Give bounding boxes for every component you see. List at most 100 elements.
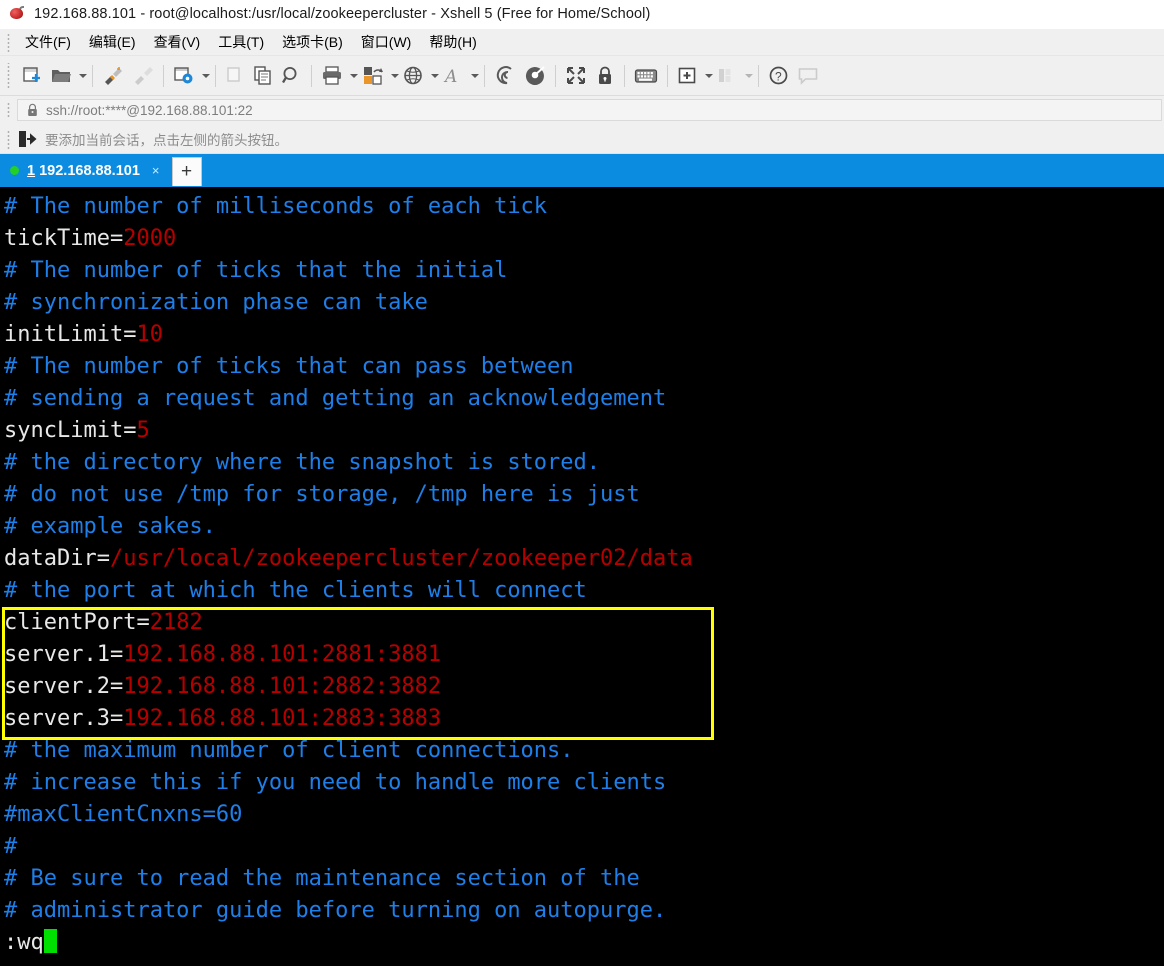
terminal-comment: # Be sure to read the maintenance sectio… <box>4 866 640 891</box>
paste-button[interactable] <box>249 61 277 91</box>
terminal-key: initLimit= <box>4 322 137 347</box>
addressbar-gripper[interactable] <box>4 101 13 119</box>
highlight-button[interactable] <box>520 61 550 91</box>
tab-host: 192.168.88.101 <box>39 162 140 179</box>
menu-edit[interactable]: 编辑(E) <box>80 29 145 55</box>
keyboard-icon <box>634 69 658 83</box>
add-session-arrow-icon[interactable] <box>17 130 37 148</box>
connect-icon <box>105 67 122 85</box>
menu-file-label: 文件(F) <box>25 34 71 50</box>
file-transfer-icon <box>364 67 383 85</box>
terminal-line: dataDir=/usr/local/zookeepercluster/zook… <box>4 543 1164 575</box>
toolbar-separator <box>311 64 312 87</box>
highlight-icon <box>525 66 545 85</box>
add-folder-button[interactable] <box>673 61 702 91</box>
print-button[interactable] <box>317 61 347 91</box>
disconnect-button[interactable] <box>128 61 158 91</box>
terminal-line-highlighted: clientPort=2182 <box>4 607 1164 639</box>
terminal-line: syncLimit=5 <box>4 415 1164 447</box>
add-folder-caret[interactable] <box>705 73 713 78</box>
toolbar-separator <box>163 64 164 87</box>
font-button[interactable]: A <box>439 61 468 91</box>
fullscreen-button[interactable] <box>561 61 591 91</box>
terminal-output[interactable]: # The number of milliseconds of each tic… <box>0 187 1164 966</box>
terminal-line: tickTime=2000 <box>4 223 1164 255</box>
close-icon[interactable]: × <box>152 164 160 177</box>
print-caret[interactable] <box>350 73 358 78</box>
terminal-comment: # example sakes. <box>4 514 216 539</box>
file-transfer-button[interactable] <box>358 61 388 91</box>
terminal-value: 192.168.88.101:2883:3883 <box>123 706 442 731</box>
toolbar: A ? <box>0 56 1164 96</box>
terminal-value: 2182 <box>149 610 203 635</box>
terminal-key: dataDir= <box>4 546 110 571</box>
terminal-comment: # The number of ticks that can pass betw… <box>4 354 574 379</box>
font-caret[interactable] <box>471 73 479 78</box>
menu-tabs[interactable]: 选项卡(B) <box>273 29 352 55</box>
copy-icon <box>227 67 240 82</box>
menu-tabs-label: 选项卡(B) <box>282 34 343 50</box>
new-session-icon <box>23 67 40 82</box>
help-icon: ? <box>769 66 788 85</box>
new-tab-button[interactable]: + <box>171 157 202 186</box>
toolbar-separator <box>484 64 485 87</box>
tab-192-168-88-101[interactable]: 1 192.168.88.101 × <box>0 154 166 187</box>
lock-icon <box>599 66 611 84</box>
menu-view-label: 查看(V) <box>153 34 201 50</box>
menu-edit-label: 编辑(E) <box>88 34 136 50</box>
menu-bar: 文件(F) 编辑(E) 查看(V) 工具(T) 选项卡(B) 窗口(W) 帮助(… <box>0 29 1164 56</box>
find-button[interactable] <box>277 61 306 91</box>
lock-button[interactable] <box>591 61 619 91</box>
menu-file[interactable]: 文件(F) <box>16 29 80 55</box>
terminal-line-highlighted: server.2=192.168.88.101:2882:3882 <box>4 671 1164 703</box>
compose-button[interactable] <box>490 61 520 91</box>
address-input[interactable]: ssh://root:****@192.168.88.101:22 <box>17 99 1162 121</box>
hintbar-gripper[interactable] <box>4 128 13 149</box>
terminal-comment: #maxClientCnxns=60 <box>4 802 243 827</box>
toolbar-gripper[interactable] <box>4 62 13 89</box>
terminal-value: 2000 <box>123 226 177 251</box>
menu-view[interactable]: 查看(V) <box>145 29 210 55</box>
globe-button[interactable] <box>399 61 428 91</box>
menu-window-label: 窗口(W) <box>360 34 412 50</box>
tab-label: 1 192.168.88.101 <box>27 163 140 179</box>
terminal-line: # increase this if you need to handle mo… <box>4 767 1164 799</box>
keyboard-button[interactable] <box>630 61 662 91</box>
window-title: 192.168.88.101 - root@localhost:/usr/loc… <box>34 6 651 22</box>
session-properties-button[interactable] <box>169 61 199 91</box>
connected-dot-icon <box>10 166 19 175</box>
add-folder-icon <box>678 67 696 84</box>
terminal-line-highlighted: server.3=192.168.88.101:2883:3883 <box>4 703 1164 735</box>
terminal-value: 192.168.88.101:2881:3881 <box>123 642 442 667</box>
print-icon <box>323 66 341 85</box>
new-session-button[interactable] <box>17 61 46 91</box>
session-properties-caret[interactable] <box>202 73 210 78</box>
copy-button[interactable] <box>221 61 249 91</box>
menu-help-label: 帮助(H) <box>429 34 477 50</box>
menubar-gripper[interactable] <box>4 32 13 52</box>
terminal-value: /usr/local/zookeepercluster/zookeeper02/… <box>109 546 693 571</box>
font-icon: A <box>443 67 457 86</box>
help-button[interactable]: ? <box>764 61 793 91</box>
menu-window[interactable]: 窗口(W) <box>352 29 421 55</box>
title-bar: 192.168.88.101 - root@localhost:/usr/loc… <box>0 0 1164 29</box>
terminal-key: server.1= <box>4 642 124 667</box>
terminal-line: # administrator guide before turning on … <box>4 895 1164 927</box>
terminal-key: tickTime= <box>4 226 124 251</box>
layout-button[interactable] <box>713 61 742 91</box>
open-session-button[interactable] <box>46 61 76 91</box>
open-session-caret[interactable] <box>79 73 87 78</box>
file-transfer-caret[interactable] <box>391 73 399 78</box>
compose-icon <box>496 66 512 85</box>
menu-tools-label: 工具(T) <box>218 34 265 50</box>
menu-help[interactable]: 帮助(H) <box>420 29 485 55</box>
chat-button[interactable] <box>793 61 823 91</box>
layout-caret[interactable] <box>745 73 753 78</box>
terminal-line: # the maximum number of client connectio… <box>4 735 1164 767</box>
terminal-line: # do not use /tmp for storage, /tmp here… <box>4 479 1164 511</box>
terminal-cursor <box>43 929 57 953</box>
connect-button[interactable] <box>98 61 128 91</box>
globe-caret[interactable] <box>431 73 439 78</box>
terminal-command: :wq <box>4 930 44 955</box>
menu-tools[interactable]: 工具(T) <box>209 29 273 55</box>
